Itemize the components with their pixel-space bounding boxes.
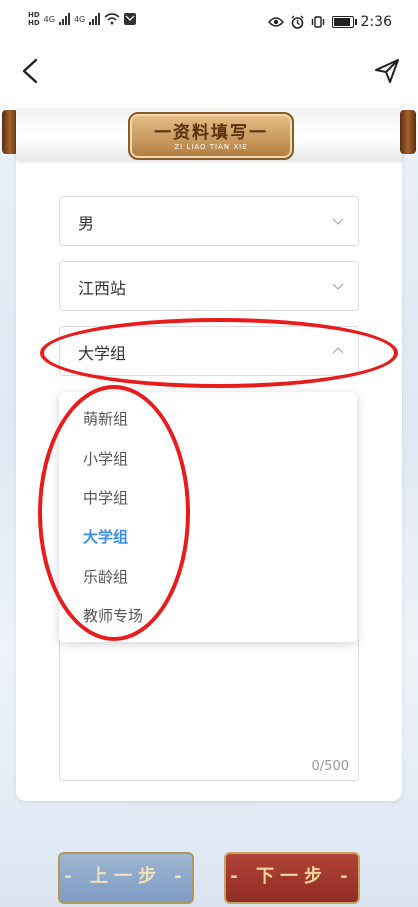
wifi-icon xyxy=(104,13,120,25)
annotation-circle-select xyxy=(40,318,398,388)
signal-icon xyxy=(58,13,70,25)
scroll-roller-right xyxy=(400,110,416,154)
page-title-badge: 一资料填写一 ZI LIAO TIAN XIE xyxy=(128,112,294,160)
nav-bar xyxy=(0,44,418,100)
eye-icon xyxy=(267,17,284,27)
send-paper-plane-icon[interactable] xyxy=(374,58,400,84)
chevron-down-icon xyxy=(332,283,344,290)
battery-icon xyxy=(331,16,357,28)
chevron-down-icon xyxy=(332,218,344,225)
gender-value: 男 xyxy=(78,214,95,233)
annotation-circle-options xyxy=(38,385,190,641)
hd-label-top: HD xyxy=(28,11,40,19)
status-bar: HD HD 4G 4G 2:36 xyxy=(0,0,418,44)
chevron-left-icon[interactable] xyxy=(16,56,46,86)
vibrate-icon xyxy=(311,16,324,28)
station-value: 江西站 xyxy=(78,279,127,298)
network-indicators: HD HD 4G 4G xyxy=(28,11,137,27)
previous-step-button[interactable]: - 上一步 - xyxy=(58,852,194,904)
signal-label-2: 4G xyxy=(73,14,86,24)
system-indicators: 2:36 xyxy=(267,14,392,30)
alarm-icon xyxy=(291,15,304,29)
hd-label-bottom: HD xyxy=(28,19,40,27)
message-icon xyxy=(124,13,137,25)
gender-select[interactable]: 男 xyxy=(59,196,359,246)
clock: 2:36 xyxy=(360,14,392,30)
hd-indicator: HD HD xyxy=(28,11,40,27)
next-step-button[interactable]: - 下一步 - xyxy=(224,852,360,904)
message-textarea[interactable]: 0/500 xyxy=(59,640,359,781)
signal-label-1: 4G xyxy=(43,14,55,24)
station-select[interactable]: 江西站 xyxy=(59,261,359,311)
page-title: 一资料填写一 xyxy=(154,123,268,143)
char-counter: 0/500 xyxy=(311,759,349,774)
signal-icon-2 xyxy=(89,13,101,25)
page-subtitle: ZI LIAO TIAN XIE xyxy=(174,143,248,151)
